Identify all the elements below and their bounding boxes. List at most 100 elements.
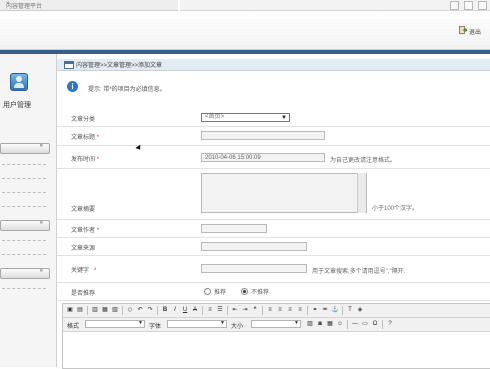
blockquote-icon[interactable]: ❝ — [251, 306, 259, 314]
undo-icon[interactable]: ↶ — [136, 306, 144, 314]
recommend-no-radio[interactable] — [241, 288, 248, 295]
copy-icon[interactable]: ▦ — [101, 306, 109, 314]
chevron-down-icon: ▼ — [138, 320, 143, 326]
italic-icon[interactable]: I — [171, 306, 179, 314]
bold-icon[interactable]: B — [161, 306, 169, 314]
font-select[interactable]: ▼ — [167, 320, 227, 328]
required-mark: * — [96, 135, 100, 141]
publish-time-hint: 为自己更改请注意格式。 — [330, 158, 397, 164]
maximize-button[interactable] — [464, 1, 473, 10]
smiley-icon[interactable]: ☺ — [336, 320, 344, 328]
close-icon[interactable]: × — [6, 1, 10, 7]
sidebar-divider — [2, 178, 46, 179]
keywords-input[interactable] — [201, 264, 307, 273]
link-icon[interactable]: ⚭ — [311, 306, 319, 314]
align-justify-icon[interactable]: ≡ — [296, 306, 304, 314]
paste-icon[interactable]: ▧ — [111, 306, 119, 314]
sidebar-divider — [2, 288, 46, 289]
size-label: 大小 — [231, 324, 244, 330]
toolbar-separator — [262, 306, 263, 315]
exit-label[interactable]: 退出 — [469, 27, 481, 36]
title-label-text: 文章标题 — [71, 135, 96, 141]
align-center-icon[interactable]: ≡ — [276, 306, 284, 314]
special-char-icon[interactable]: Ω — [371, 320, 379, 328]
unlink-icon[interactable]: ⚮ — [321, 306, 329, 314]
source-input[interactable] — [201, 242, 307, 251]
recommend-label: 是否推荐 — [71, 291, 96, 297]
toolbar-separator — [202, 306, 203, 315]
required-mark: * — [96, 228, 100, 234]
recommend-yes-radio[interactable] — [204, 288, 211, 295]
breadcrumb-bar: 内容管理>>文章管理>>添加文章 — [57, 59, 490, 71]
source-label: 文章来源 — [71, 246, 96, 252]
publish-time-input[interactable]: 2010-04-06 15:00:09 — [201, 153, 325, 162]
unordered-list-icon[interactable]: ☰ — [216, 306, 224, 314]
recommend-no-label[interactable]: 不推荐 — [251, 287, 269, 296]
keywords-label: 关键字 * — [71, 265, 96, 274]
toolbar-separator — [87, 306, 88, 315]
strikethrough-icon[interactable]: A — [191, 306, 199, 314]
sidebar-item-user-management[interactable]: 用户管理 — [3, 100, 31, 110]
sidebar-section-button-3[interactable]: » — [0, 268, 50, 279]
indent-icon[interactable]: ⇥ — [241, 306, 249, 314]
users-icon[interactable] — [10, 73, 28, 91]
cut-icon[interactable]: ▥ — [91, 306, 99, 314]
ordered-list-icon[interactable]: ≡ — [206, 306, 214, 314]
publish-time-label: 发布时间 * — [71, 154, 99, 163]
horizontal-rule-icon[interactable]: — — [351, 320, 359, 328]
browser-tab[interactable]: 内容管理平台 × — [0, 0, 178, 11]
sidebar-divider — [2, 192, 46, 193]
flash-icon[interactable]: ◙ — [316, 320, 324, 328]
title-label: 文章标题 * — [71, 132, 99, 141]
size-select[interactable]: ▼ — [251, 320, 301, 328]
chevron-down-icon: ▼ — [294, 320, 299, 326]
title-input[interactable] — [201, 131, 325, 140]
text-color-icon[interactable]: T — [346, 306, 354, 314]
header-bar: 退出 — [0, 12, 490, 50]
redo-icon[interactable]: ↷ — [146, 306, 154, 314]
recommend-yes-label[interactable]: 推荐 — [214, 287, 226, 296]
help-icon[interactable]: ? — [386, 320, 394, 328]
image-icon[interactable]: ▨ — [306, 320, 314, 328]
chevron-down-icon: » — [39, 143, 43, 149]
minimize-button[interactable] — [450, 1, 459, 10]
browser-tab-title: 内容管理平台 — [6, 4, 43, 10]
window-controls — [180, 0, 490, 11]
align-right-icon[interactable]: ≡ — [286, 306, 294, 314]
bg-color-icon[interactable]: ◈ — [356, 306, 364, 314]
page-break-icon[interactable]: ▭ — [361, 320, 369, 328]
author-input[interactable] — [201, 224, 267, 233]
sidebar-divider — [2, 254, 46, 255]
table-icon[interactable]: ▦ — [326, 320, 334, 328]
outdent-icon[interactable]: ⇤ — [231, 306, 239, 314]
toolbar-separator — [122, 306, 123, 315]
source-icon[interactable]: ▣ — [66, 306, 74, 314]
sidebar-divider — [2, 240, 46, 241]
window-close-button[interactable] — [478, 1, 487, 10]
rich-text-editor[interactable]: ▣ ▤ ▥ ▦ ▧ ◇ ↶ ↷ B I U A ≡ ☰ ⇤ ⇥ ❝ ≡ ≡ ≡ … — [62, 303, 490, 369]
exit-icon[interactable] — [459, 26, 467, 34]
keywords-label-text: 关键字 — [71, 268, 90, 274]
category-label: 文章分类 — [71, 117, 96, 123]
form-row-author: 文章作者 * — [57, 220, 490, 238]
font-label: 字体 — [149, 324, 162, 330]
eraser-icon[interactable]: ◇ — [126, 306, 134, 314]
category-select-value: <首页> — [205, 114, 225, 120]
chevron-down-icon: ▼ — [220, 320, 225, 326]
underline-icon[interactable]: U — [181, 306, 189, 314]
toolbar-separator — [157, 306, 158, 315]
anchor-icon[interactable]: ⚓ — [331, 306, 339, 314]
required-mark: * — [94, 268, 97, 274]
toolbar-separator — [382, 320, 383, 329]
format-select[interactable]: ▼ — [85, 320, 145, 328]
summary-textarea[interactable] — [201, 173, 367, 213]
publish-time-value: 2010-04-06 15:00:09 — [205, 155, 261, 161]
sidebar-section-button-1[interactable]: » — [0, 143, 50, 154]
summary-scrollbar[interactable] — [357, 173, 366, 213]
category-select[interactable]: <首页> ▼ — [201, 113, 290, 122]
align-left-icon[interactable]: ≡ — [266, 306, 274, 314]
sidebar-section-button-2[interactable]: » — [0, 220, 50, 231]
preview-icon[interactable]: ▤ — [76, 306, 84, 314]
breadcrumb: 内容管理>>文章管理>>添加文章 — [76, 63, 163, 69]
chevron-down-icon: » — [39, 268, 43, 274]
